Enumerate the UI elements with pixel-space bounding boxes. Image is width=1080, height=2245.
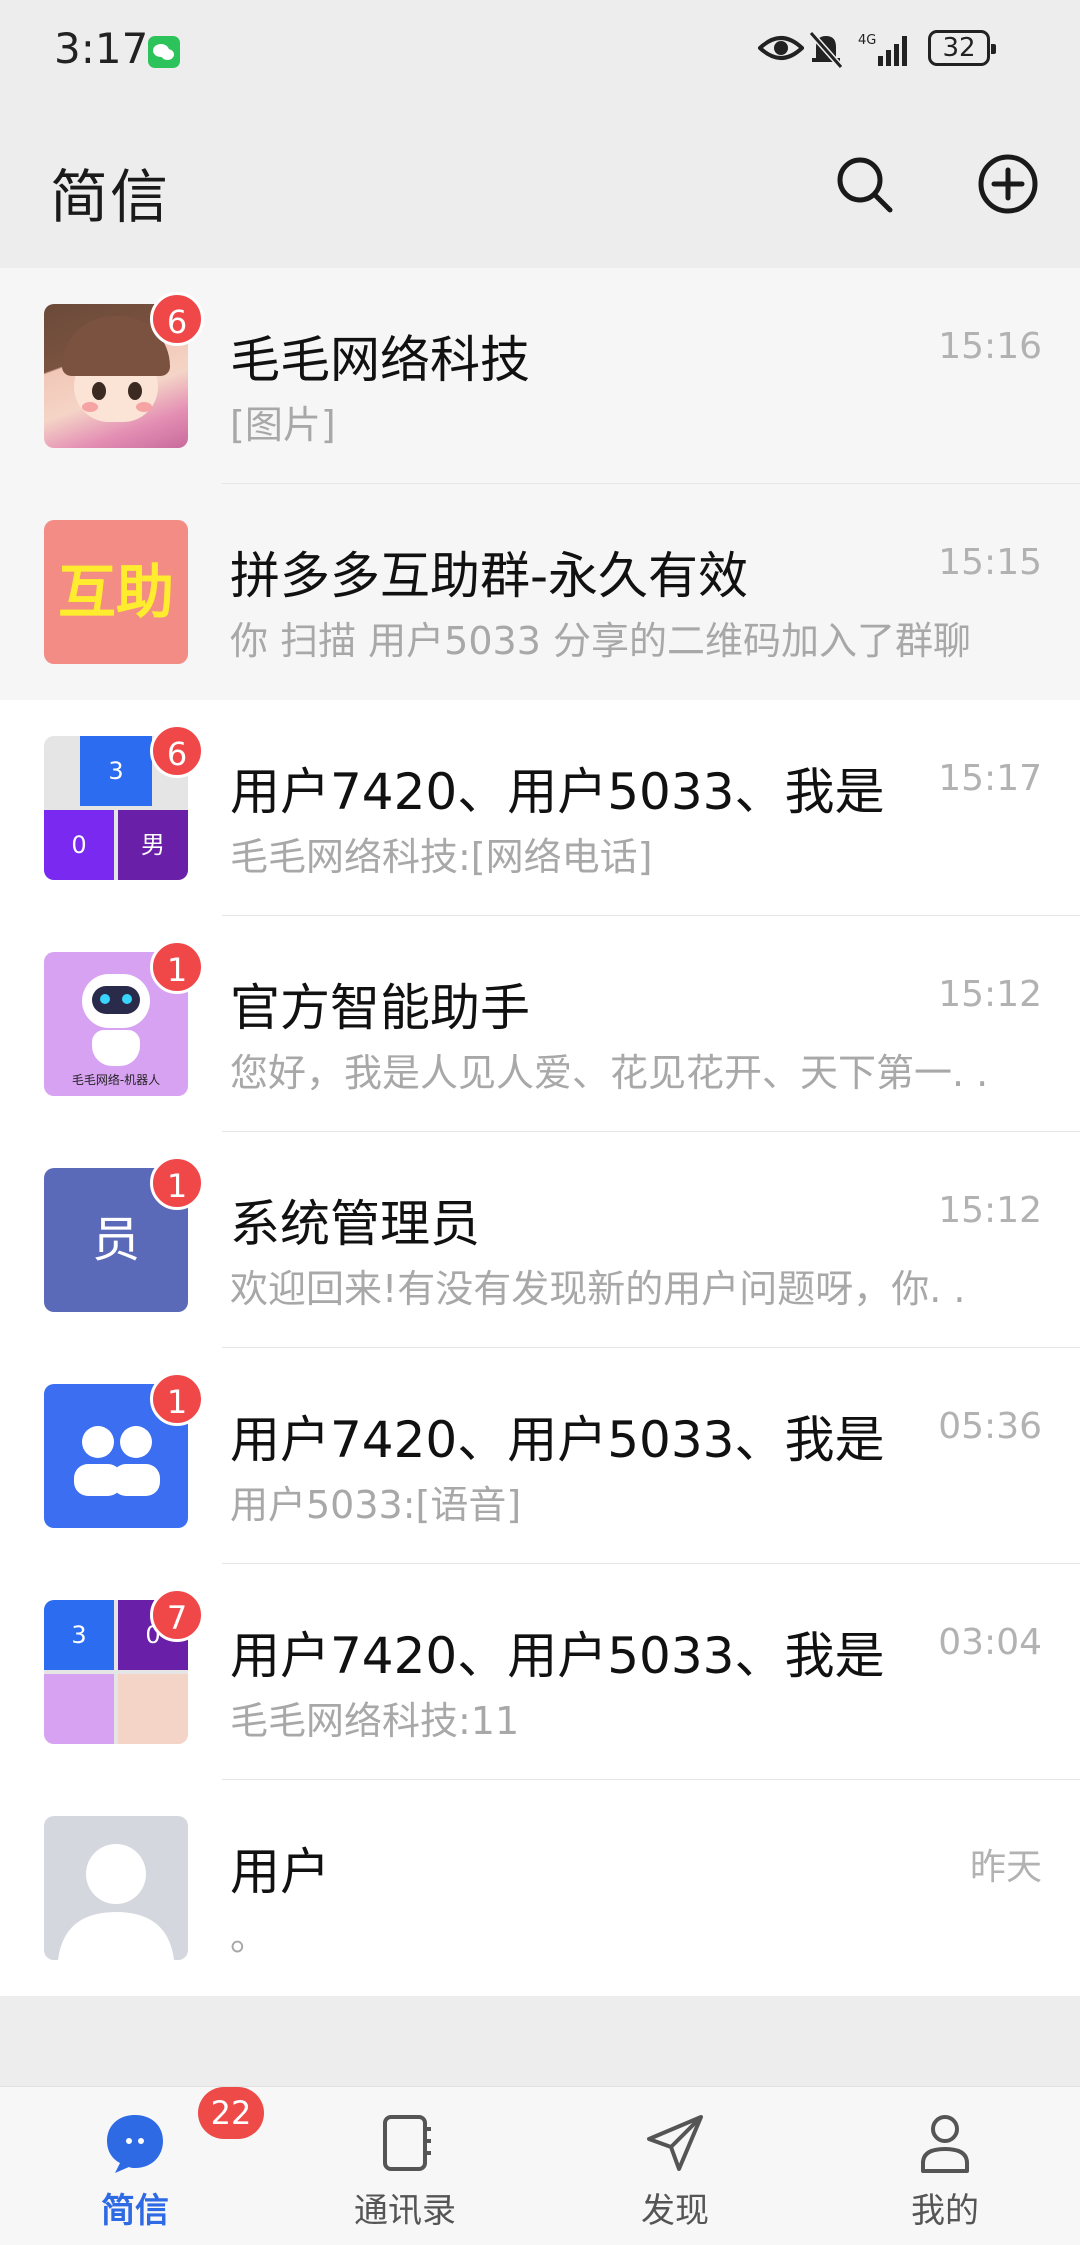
chat-item[interactable]: 员 1 系统管理员 15:12 欢迎回来!有没有发现新的用户问题呀，你. . [0, 1132, 1080, 1348]
chat-preview: 。 [230, 1915, 269, 1959]
chat-preview: 欢迎回来!有没有发现新的用户问题呀，你. . [230, 1267, 966, 1311]
chat-item[interactable]: 互助 拼多多互助群-永久有效 15:15 你 扫描 用户5033 分享的二维码加… [0, 484, 1080, 700]
chat-name: 用户7420、用户5033、我是 [230, 1411, 885, 1469]
avatar-cell: 3 [44, 1600, 114, 1670]
tab-badge: 22 [198, 2087, 264, 2139]
person-icon [921, 2115, 969, 2173]
wechat-notification-icon [148, 36, 180, 68]
page-title: 简信 [50, 163, 171, 231]
chat-time: 03:04 [938, 1622, 1042, 1663]
avatar-caption: 毛毛网络-机器人 [71, 1073, 161, 1087]
chat-time: 05:36 [938, 1406, 1042, 1447]
chat-name: 系统管理员 [230, 1195, 480, 1253]
chat-time: 15:17 [938, 758, 1042, 799]
chat-time: 15:12 [938, 1190, 1042, 1231]
chat-preview: 你 扫描 用户5033 分享的二维码加入了群聊 [230, 619, 971, 663]
chat-time: 15:15 [938, 542, 1042, 583]
status-bar: 3:17 4G 32 [0, 0, 1080, 100]
tab-contacts[interactable]: 通讯录 [270, 2087, 540, 2245]
avatar-cell-girl [118, 1674, 188, 1744]
tab-label: 发现 [641, 2191, 709, 2231]
avatar-cell: 0 [44, 810, 114, 880]
tab-label: 我的 [911, 2191, 979, 2231]
avatar-cell: 3 [80, 736, 152, 806]
chat-name: 拼多多互助群-永久有效 [230, 547, 749, 605]
default-user-icon [58, 1844, 174, 1960]
avatar-cell: 男 [118, 810, 188, 880]
unread-badge: 6 [150, 724, 204, 778]
chat-time: 昨天 [969, 1847, 1042, 1888]
chat-item[interactable]: 用户 昨天 。 [0, 1780, 1080, 1996]
chat-name: 毛毛网络科技 [230, 331, 530, 389]
chat-item[interactable]: 毛毛网络-机器人 1 官方智能助手 15:12 您好，我是人见人爱、花见花开、天… [0, 916, 1080, 1132]
avatar [44, 1816, 188, 1960]
unread-badge: 1 [150, 1372, 204, 1426]
contacts-book-icon [383, 2115, 431, 2171]
unread-badge: 1 [150, 940, 204, 994]
chat-item[interactable]: 3 0 7 用户7420、用户5033、我是 03:04 毛毛网络科技:11 [0, 1564, 1080, 1780]
chat-item[interactable]: 3 0 男 6 用户7420、用户5033、我是 15:17 毛毛网络科技:[网… [0, 700, 1080, 916]
chat-preview: 用户5033:[语音] [230, 1483, 522, 1527]
unread-badge: 1 [150, 1156, 204, 1210]
chat-preview: 您好，我是人见人爱、花见花开、天下第一. . [230, 1051, 989, 1095]
tab-me[interactable]: 我的 [810, 2087, 1080, 2245]
chat-time: 15:16 [938, 326, 1042, 367]
add-circle-icon[interactable] [976, 152, 1040, 216]
search-icon[interactable] [832, 152, 896, 216]
avatar: 互助 [44, 520, 188, 664]
chat-name: 用户7420、用户5033、我是 [230, 763, 885, 821]
chat-time: 15:12 [938, 974, 1042, 1015]
status-time: 3:17 [54, 24, 149, 73]
chat-preview: 毛毛网络科技:11 [230, 1699, 520, 1743]
battery-icon: 32 [928, 30, 996, 66]
mute-bell-icon [808, 31, 844, 69]
tab-label: 简信 [101, 2191, 169, 2231]
chat-bubble-icon [107, 2115, 163, 2173]
unread-badge: 7 [150, 1588, 204, 1642]
avatar-text: 互助 [57, 558, 174, 626]
tab-discover[interactable]: 发现 [540, 2087, 810, 2245]
send-arrow-icon [647, 2115, 703, 2171]
chat-name: 用户7420、用户5033、我是 [230, 1627, 885, 1685]
chat-item[interactable]: 6 毛毛网络科技 15:16 [图片] [0, 268, 1080, 484]
signal-icon: 4G [858, 33, 907, 66]
tab-messages[interactable]: 简信 22 [0, 2087, 270, 2245]
bottom-tab-bar: 简信 22 通讯录 发现 我的 [0, 2086, 1080, 2245]
chat-name: 用户 [230, 1843, 330, 1901]
chat-list: 6 毛毛网络科技 15:16 [图片] 互助 拼多多互助群-永久有效 15:15… [0, 268, 1080, 1996]
avatar-cell-robot [44, 1674, 114, 1744]
chat-name: 官方智能助手 [230, 979, 530, 1037]
app-header: 简信 [0, 100, 1080, 268]
chat-item[interactable]: 1 用户7420、用户5033、我是 05:36 用户5033:[语音] [0, 1348, 1080, 1564]
chat-preview: [图片] [230, 403, 336, 447]
eye-icon [758, 36, 804, 60]
chat-preview: 毛毛网络科技:[网络电话] [230, 835, 653, 879]
unread-badge: 6 [150, 292, 204, 346]
svg-text:4G: 4G [858, 33, 876, 48]
tab-label: 通讯录 [354, 2191, 456, 2231]
